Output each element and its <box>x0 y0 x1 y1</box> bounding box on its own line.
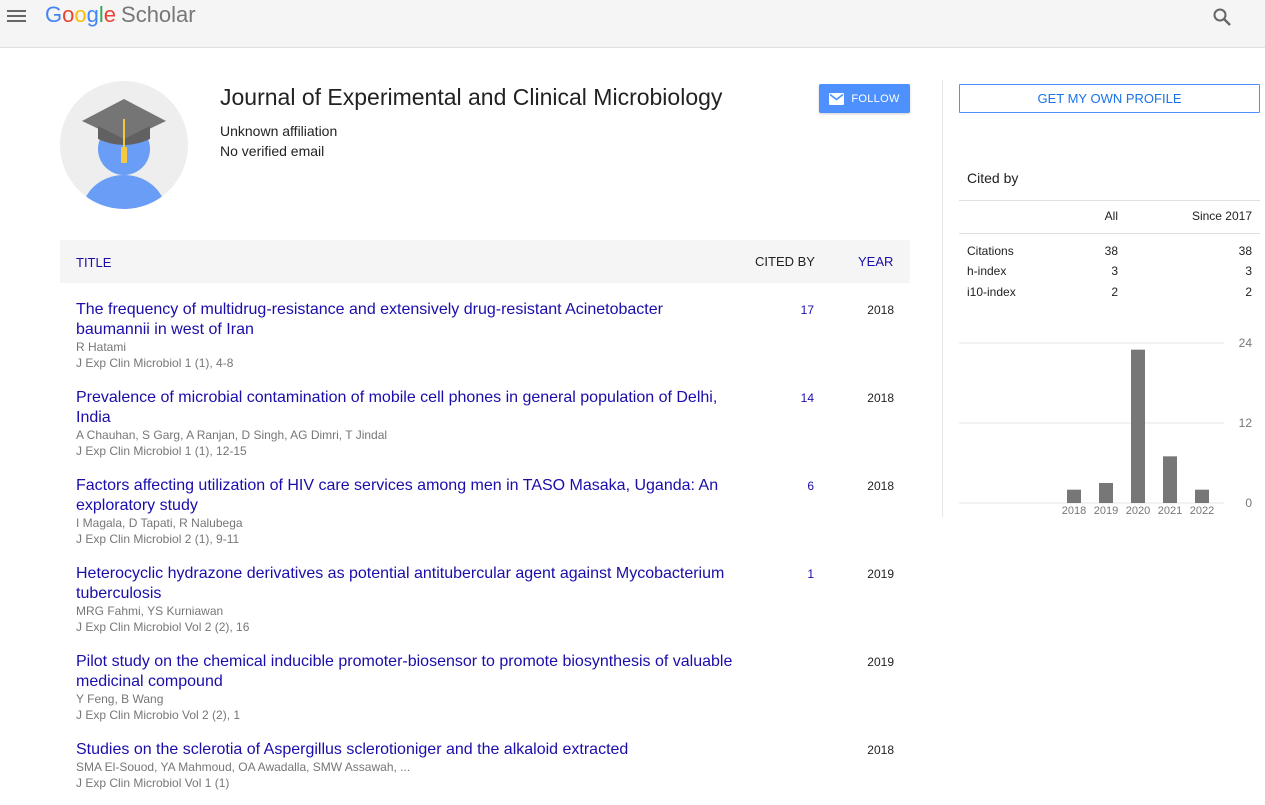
publication-venue: J Exp Clin Microbiol 1 (1), 12-15 <box>76 444 247 458</box>
publication-title-link[interactable]: Studies on the sclerotia of Aspergillus … <box>76 740 736 760</box>
stats-value-all: 38 <box>1104 244 1118 258</box>
publication-year: 2019 <box>867 655 894 669</box>
profile-affiliation: Unknown affiliation <box>220 123 338 139</box>
get-my-own-profile-label: GET MY OWN PROFILE <box>1037 91 1182 106</box>
publication-authors: R Hatami <box>76 340 127 354</box>
column-header-title[interactable]: TITLE <box>76 255 111 270</box>
follow-button[interactable]: FOLLOW <box>819 84 910 113</box>
stats-label-citations[interactable]: Citations <box>967 244 1014 258</box>
publication-venue: J Exp Clin Microbiol Vol 1 (1) <box>76 776 230 790</box>
stats-divider <box>959 233 1260 234</box>
publication-authors: I Magala, D Tapati, R Nalubega <box>76 516 243 530</box>
table-row: Pilot study on the chemical inducible pr… <box>60 652 910 740</box>
hamburger-menu-icon[interactable] <box>7 7 27 25</box>
publication-year: 2018 <box>867 743 894 757</box>
stats-column-all: All <box>1104 209 1118 223</box>
cited-by-count-link[interactable]: 6 <box>807 478 814 494</box>
publication-title-link[interactable]: The frequency of multidrug-resistance an… <box>76 300 736 340</box>
cited-by-heading: Cited by <box>967 170 1019 186</box>
column-header-cited-by[interactable]: CITED BY <box>755 254 815 269</box>
publication-venue: J Exp Clin Microbio Vol 2 (2), 1 <box>76 708 241 722</box>
stats-value-since: 38 <box>1238 244 1252 258</box>
profile-name: Journal of Experimental and Clinical Mic… <box>220 84 723 110</box>
table-row: Factors affecting utilization of HIV car… <box>60 476 910 564</box>
stats-label-h-index[interactable]: h-index <box>967 264 1006 278</box>
logo-letter: G <box>45 2 63 27</box>
publication-year: 2018 <box>867 391 894 405</box>
publication-authors: Y Feng, B Wang <box>76 692 164 706</box>
table-row: Prevalence of microbial contamination of… <box>60 388 910 476</box>
stats-value-all: 2 <box>1111 285 1118 299</box>
chart-x-tick-label: 2019 <box>1094 505 1118 517</box>
profile-email-status: No verified email <box>220 143 325 159</box>
chart-x-tick-label: 2021 <box>1158 505 1182 517</box>
chart-x-tick-label: 2020 <box>1126 505 1150 517</box>
chart-bar <box>1099 483 1113 503</box>
logo-letter: o <box>62 2 75 27</box>
stats-divider <box>959 200 1260 201</box>
publications-table-header: TITLE CITED BY YEAR <box>60 240 910 283</box>
logo-letter: e <box>103 2 117 27</box>
publication-venue: J Exp Clin Microbiol 1 (1), 4-8 <box>76 356 234 370</box>
publication-title-link[interactable]: Factors affecting utilization of HIV car… <box>76 476 736 516</box>
publication-venue: J Exp Clin Microbiol 2 (1), 9-11 <box>76 532 240 546</box>
publication-year: 2018 <box>867 479 894 493</box>
column-header-year[interactable]: YEAR <box>858 254 893 269</box>
citations-per-year-chart: 0 12 24 2018 2019 2020 2021 2022 <box>959 336 1253 517</box>
chart-y-tick-label: 24 <box>1239 336 1253 350</box>
publication-title-link[interactable]: Prevalence of microbial contamination of… <box>76 388 736 428</box>
logo-scholar-text: Scholar <box>121 2 196 27</box>
envelope-icon <box>829 92 845 105</box>
stats-value-all: 3 <box>1111 264 1118 278</box>
publication-title-link[interactable]: Pilot study on the chemical inducible pr… <box>76 652 736 692</box>
chart-bar <box>1131 349 1145 503</box>
get-my-own-profile-button[interactable]: GET MY OWN PROFILE <box>959 84 1260 113</box>
top-app-bar: Google Scholar <box>0 0 1265 48</box>
publication-authors: MRG Fahmi, YS Kurniawan <box>76 604 224 618</box>
cited-by-count-link[interactable]: 1 <box>807 566 814 582</box>
table-row: Studies on the sclerotia of Aspergillus … <box>60 740 910 800</box>
cited-by-count-link[interactable]: 17 <box>801 302 814 318</box>
stats-column-since: Since 2017 <box>1191 209 1252 223</box>
cited-by-count-link[interactable]: 14 <box>801 390 814 406</box>
chart-y-tick-label: 0 <box>1245 496 1252 510</box>
chart-x-tick-label: 2018 <box>1062 505 1086 517</box>
graduate-avatar-icon <box>82 99 166 209</box>
chart-x-tick-label: 2022 <box>1190 505 1214 517</box>
follow-button-label: FOLLOW <box>851 92 900 105</box>
publication-venue: J Exp Clin Microbiol Vol 2 (2), 16 <box>76 620 250 634</box>
logo-letter: g <box>86 2 99 27</box>
publication-year: 2018 <box>867 303 894 317</box>
chart-bar <box>1067 489 1081 503</box>
chart-bar <box>1195 489 1209 503</box>
publication-authors: SMA El-Souod, YA Mahmoud, OA Awadalla, S… <box>76 760 411 774</box>
stats-value-since: 2 <box>1245 285 1252 299</box>
publication-title-link[interactable]: Heterocyclic hydrazone derivatives as po… <box>76 564 736 604</box>
publication-year: 2019 <box>867 567 894 581</box>
column-divider <box>942 80 943 517</box>
stats-label-i10-index[interactable]: i10-index <box>967 285 1016 299</box>
search-icon[interactable] <box>1212 7 1232 27</box>
chart-bar <box>1163 456 1177 503</box>
table-row: The frequency of multidrug-resistance an… <box>60 300 910 388</box>
publication-authors: A Chauhan, S Garg, A Ranjan, D Singh, AG… <box>76 428 388 442</box>
table-row: Heterocyclic hydrazone derivatives as po… <box>60 564 910 652</box>
chart-y-tick-label: 12 <box>1239 416 1253 430</box>
google-scholar-logo[interactable]: Google Scholar <box>45 1 196 29</box>
logo-letter: o <box>74 2 87 27</box>
stats-value-since: 3 <box>1245 264 1252 278</box>
profile-avatar <box>60 81 188 209</box>
